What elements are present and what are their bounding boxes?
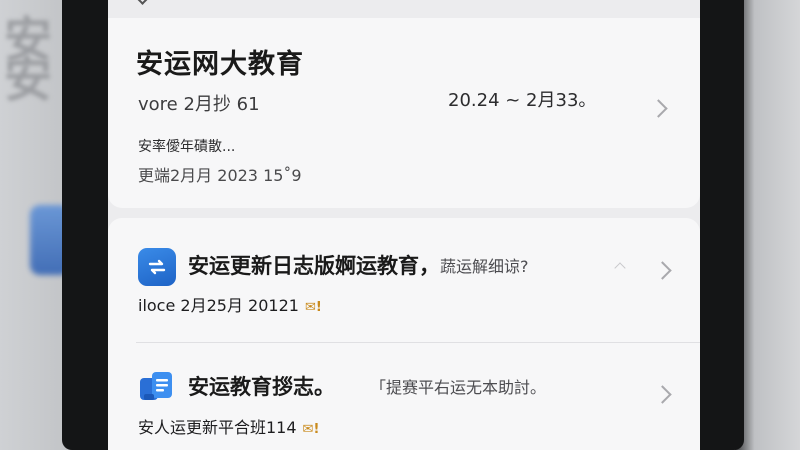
message-meta: 安人运更新平合班114 ✉! (138, 414, 319, 438)
phone-screen: 安运网大教育 vore 2月抄 61 20.24 ~ 2月33。 安率僾年磧散.… (108, 0, 700, 450)
message-meta: iloce 2月25月 20121 ✉! (138, 292, 322, 316)
background-blur-glyph: 安 (4, 52, 53, 108)
document-app-icon (138, 368, 176, 406)
note-meta: vore 2月抄 61 (138, 94, 260, 115)
message-title[interactable]: 安运教育拶志。 (188, 371, 335, 401)
refresh-app-icon (138, 248, 176, 286)
mail-badge-icon: ✉! (302, 422, 320, 437)
message-meta-text: 安人运更新平合班114 (138, 418, 297, 437)
background-right (735, 0, 800, 450)
chevron-right-icon[interactable] (653, 261, 672, 280)
note-preview: 安率僾年磧散... (138, 139, 236, 155)
message-meta-text: iloce 2月25月 20121 (138, 296, 299, 315)
message-title[interactable]: 安运更新日志版婀运教育， (188, 250, 440, 280)
back-chevron-icon[interactable] (136, 0, 149, 5)
mail-badge-icon: ✉! (304, 300, 322, 315)
message-subtitle: 蔬运解细谅? (440, 257, 529, 276)
note-date-range: 20.24 ~ 2月33。 (448, 90, 597, 111)
message-list: 安运更新日志版婀运教育， 蔬运解细谅? iloce 2月25月 20121 ✉! … (108, 218, 700, 450)
note-card[interactable]: 安运网大教育 vore 2月抄 61 20.24 ~ 2月33。 安率僾年磧散.… (108, 18, 700, 208)
divider (136, 342, 700, 343)
note-updated-time: 更端2月月 2023 15˚9 (138, 166, 302, 185)
chevron-right-icon[interactable] (653, 385, 672, 404)
message-subtitle: 「提赛平右运无本助討。 (370, 378, 547, 397)
collapse-caret-icon (614, 262, 626, 274)
chevron-right-icon[interactable] (649, 99, 668, 118)
note-title: 安运网大教育 (136, 49, 304, 80)
